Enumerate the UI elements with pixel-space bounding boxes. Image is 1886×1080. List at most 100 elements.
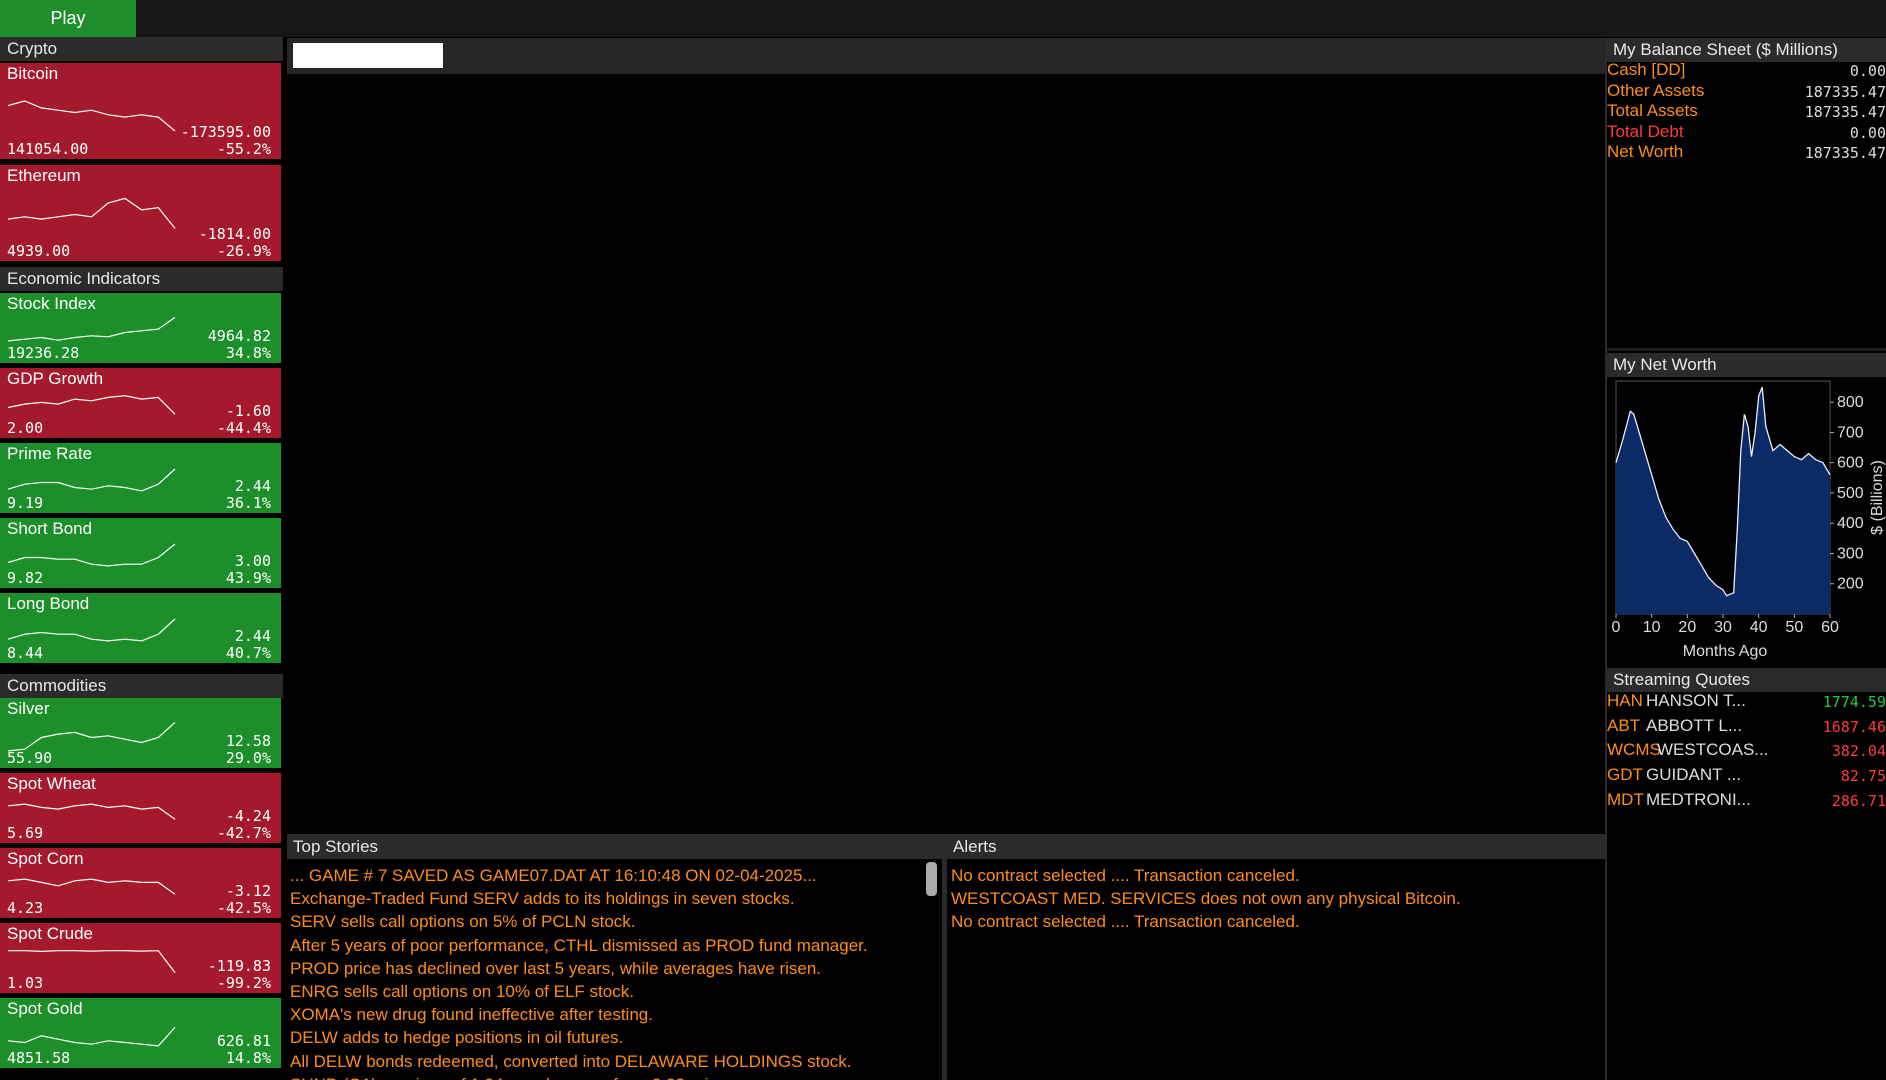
story-line[interactable]: After 5 years of poor performance, CTHL … — [290, 936, 868, 956]
sparkline-path — [7, 803, 176, 820]
sparkline-path — [7, 878, 176, 895]
ticker-value: 8.44 — [7, 644, 44, 662]
sparkline-path — [7, 543, 176, 567]
market-sidebar: Crypto Economic Indicators Commodities B… — [0, 37, 283, 1080]
ticker-change: -1.60 — [225, 402, 271, 420]
alerts-list[interactable]: No contract selected .... Transaction ca… — [947, 860, 1605, 1080]
command-input[interactable] — [293, 43, 443, 68]
balance-row: Cash [DD] 0.00 — [1607, 60, 1886, 80]
quote-name: ABBOTT L... — [1646, 715, 1743, 735]
x-tick-label: 10 — [1643, 619, 1661, 636]
ticker-value: 1.03 — [7, 974, 44, 992]
story-line[interactable]: Exchange-Traded Fund SERV adds to its ho… — [290, 889, 795, 909]
ticker-percent: 29.0% — [225, 749, 271, 767]
alert-line[interactable]: No contract selected .... Transaction ca… — [951, 866, 1300, 886]
top-bar — [0, 0, 1886, 37]
ticker-percent: -55.2% — [216, 140, 271, 158]
quote-name: GUIDANT ... — [1646, 765, 1742, 785]
main-view — [287, 74, 1605, 831]
sparkline-path — [7, 1026, 176, 1047]
balance-row: Total Debt 0.00 — [1607, 122, 1886, 142]
ticker-value: 19236.28 — [7, 344, 80, 362]
story-line[interactable]: ... GAME # 7 SAVED AS GAME07.DAT AT 16:1… — [290, 866, 817, 886]
ticker-change: -119.83 — [207, 957, 271, 975]
quote-symbol: HAN — [1607, 691, 1643, 710]
ticker-percent: 14.8% — [225, 1049, 271, 1067]
balance-value: 187335.47 — [1804, 144, 1886, 162]
divider — [1607, 348, 1886, 351]
quote-price: 1687.46 — [1822, 717, 1886, 736]
y-axis-label: $ (Billions) — [1869, 460, 1886, 535]
alerts-header: Alerts — [947, 834, 1605, 859]
balance-value: 0.00 — [1849, 123, 1886, 142]
quote-row[interactable]: ABT ABBOTT L... 1687.46 — [1607, 716, 1886, 738]
story-line[interactable]: SERV sells call options on 5% of PCLN st… — [290, 912, 636, 932]
ticker-change: -1814.00 — [198, 225, 271, 243]
quote-symbol: GDT — [1607, 765, 1643, 785]
story-line[interactable]: XOMA's new drug found ineffective after … — [290, 1005, 653, 1025]
ticker-tile[interactable]: Short Bond 3.00 9.82 43.9% — [0, 518, 281, 588]
balance-row: Total Assets 187335.47 — [1607, 101, 1886, 121]
story-line[interactable]: All DELW bonds redeemed, converted into … — [290, 1052, 852, 1072]
ticker-tile[interactable]: Prime Rate 2.44 9.19 36.1% — [0, 443, 281, 513]
quote-name: WESTCOAS... — [1657, 740, 1769, 760]
balance-value: 187335.47 — [1804, 82, 1886, 101]
net-worth-header: My Net Worth — [1607, 353, 1886, 377]
net-worth-chart: 800 700 600 500 400 300 200 0 10 20 30 40 50 60 Months… — [1612, 380, 1886, 660]
section-header-commodities: Commodities — [0, 674, 283, 698]
quote-price: 286.71 — [1831, 791, 1886, 810]
ticker-percent: 36.1% — [225, 494, 271, 512]
ticker-tile[interactable]: Ethereum -1814.00 4939.00 -26.9% — [0, 165, 281, 261]
ticker-percent: -44.4% — [216, 419, 271, 437]
quote-row[interactable]: HAN HANSON T... 1774.59 — [1607, 691, 1886, 713]
story-line[interactable]: PROD price has declined over last 5 year… — [290, 959, 821, 979]
ticker-tile[interactable]: Silver 12.58 55.90 29.0% — [0, 698, 281, 768]
quote-symbol: WCMS — [1607, 740, 1661, 760]
ticker-tile[interactable]: Long Bond 2.44 8.44 40.7% — [0, 593, 281, 663]
sparkline-path — [7, 721, 176, 752]
x-axis-label: Months Ago — [1683, 643, 1768, 660]
story-line[interactable]: SUND (Q1) earnings of 1.04 per share, up… — [290, 1075, 724, 1080]
ticker-tile[interactable]: Spot Gold 626.81 4851.58 14.8% — [0, 998, 281, 1068]
ticker-tile[interactable]: Spot Crude -119.83 1.03 -99.2% — [0, 923, 281, 993]
ticker-percent: 40.7% — [225, 644, 271, 662]
balance-row: Net Worth 187335.47 — [1607, 142, 1886, 162]
balance-sheet-header: My Balance Sheet ($ Millions) — [1607, 38, 1886, 62]
alert-line[interactable]: No contract selected .... Transaction ca… — [951, 912, 1300, 932]
sparkline-path — [7, 100, 176, 132]
play-button[interactable]: Play — [0, 0, 136, 37]
story-line[interactable]: DELW adds to hedge positions in oil futu… — [290, 1028, 623, 1048]
balance-value: 187335.47 — [1804, 103, 1886, 121]
balance-label: Net Worth — [1607, 142, 1684, 161]
ticker-tile[interactable]: Spot Wheat -4.24 5.69 -42.7% — [0, 773, 281, 843]
stories-scrollbar[interactable] — [926, 862, 937, 896]
ticker-tile[interactable]: Spot Corn -3.12 4.23 -42.5% — [0, 848, 281, 918]
story-line[interactable]: ENRG sells call options on 10% of ELF st… — [290, 982, 634, 1002]
quote-row[interactable]: GDT GUIDANT ... 82.75 — [1607, 765, 1886, 787]
balance-label: Total Assets — [1607, 101, 1698, 120]
y-tick-label: 300 — [1837, 545, 1864, 562]
quote-row[interactable]: MDT MEDTRONI... 286.71 — [1607, 790, 1886, 812]
quote-symbol: MDT — [1607, 789, 1644, 809]
sparkline-path — [7, 197, 176, 229]
ticker-tile[interactable]: Bitcoin -173595.00 141054.00 -55.2% — [0, 63, 281, 159]
y-tick-label: 600 — [1837, 455, 1864, 472]
ticker-change: 2.44 — [234, 477, 271, 495]
x-tick-label: 40 — [1750, 619, 1768, 636]
ticker-tile[interactable]: GDP Growth -1.60 2.00 -44.4% — [0, 368, 281, 438]
section-header-crypto: Crypto — [0, 37, 283, 61]
quote-row[interactable]: WCMS WESTCOAS... 382.04 — [1607, 740, 1886, 762]
ticker-change: 12.58 — [225, 732, 271, 750]
x-tick-label: 60 — [1821, 619, 1839, 636]
ticker-change: 3.00 — [234, 552, 271, 570]
alert-line[interactable]: WESTCOAST MED. SERVICES does not own any… — [951, 889, 1461, 909]
ticker-change: 4964.82 — [207, 327, 271, 345]
top-stories-list[interactable]: ... GAME # 7 SAVED AS GAME07.DAT AT 16:1… — [287, 860, 942, 1080]
top-stories-header: Top Stories — [287, 834, 942, 859]
ticker-percent: -42.5% — [216, 899, 271, 917]
ticker-percent: -26.9% — [216, 242, 271, 260]
ticker-value: 9.82 — [7, 569, 44, 587]
ticker-change: -3.12 — [225, 882, 271, 900]
ticker-tile[interactable]: Stock Index 4964.82 19236.28 34.8% — [0, 293, 281, 363]
balance-label: Cash [DD] — [1607, 60, 1686, 79]
